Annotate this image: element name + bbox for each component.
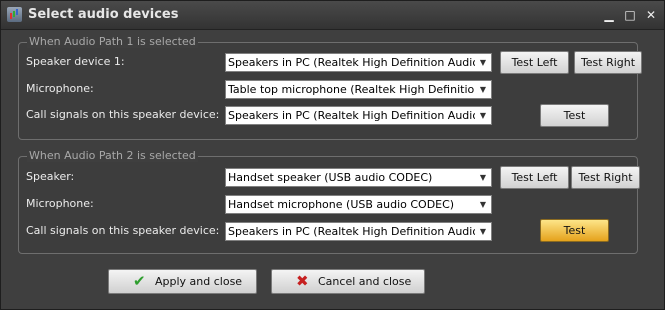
checkmark-icon: ✔	[133, 272, 146, 290]
dropdown-arrow-icon: ▼	[475, 54, 491, 71]
microphone-label: Microphone:	[26, 197, 94, 210]
path2-speaker-value: Handset speaker (USB audio CODEC)	[228, 171, 433, 184]
minimize-button[interactable]: ▁	[600, 6, 618, 24]
audio-path-2-group: When Audio Path 2 is selected Speaker: H…	[18, 149, 640, 254]
dropdown-arrow-icon: ▼	[475, 196, 491, 213]
path2-microphone-value: Handset microphone (USB audio CODEC)	[228, 198, 455, 211]
dropdown-arrow-icon: ▼	[475, 169, 491, 186]
path2-test-right-button[interactable]: Test Right	[571, 166, 640, 189]
call-signals-label: Call signals on this speaker device:	[26, 224, 220, 237]
microphone-label: Microphone:	[26, 82, 94, 95]
speaker-device-label: Speaker device 1:	[26, 55, 125, 68]
dropdown-arrow-icon: ▼	[475, 107, 491, 124]
path2-test-left-button[interactable]: Test Left	[500, 166, 569, 189]
close-button[interactable]: ✕	[642, 6, 660, 24]
path2-microphone-select[interactable]: Handset microphone (USB audio CODEC) ▼	[225, 195, 492, 214]
path1-call-signals-value: Speakers in PC (Realtek High Definition …	[228, 109, 484, 122]
select-audio-devices-dialog: Select audio devices ▁ □ ✕ When Audio Pa…	[0, 0, 665, 310]
apply-and-close-button[interactable]: ✔ Apply and close	[108, 269, 257, 294]
path2-test-button[interactable]: Test	[540, 219, 609, 242]
apply-and-close-label: Apply and close	[155, 275, 243, 288]
app-icon	[7, 7, 22, 22]
audio-path-1-legend: When Audio Path 1 is selected	[27, 35, 198, 48]
path1-test-button[interactable]: Test	[540, 104, 609, 127]
path1-speaker-select[interactable]: Speakers in PC (Realtek High Definition …	[225, 53, 492, 72]
path1-speaker-value: Speakers in PC (Realtek High Definition …	[228, 56, 484, 69]
window-title: Select audio devices	[28, 7, 179, 22]
path1-call-signals-select[interactable]: Speakers in PC (Realtek High Definition …	[225, 106, 492, 125]
path1-microphone-value: Table top microphone (Realtek High Defin…	[228, 83, 492, 96]
cancel-and-close-button[interactable]: ✖ Cancel and close	[271, 269, 425, 294]
dropdown-arrow-icon: ▼	[475, 81, 491, 98]
call-signals-label: Call signals on this speaker device:	[26, 108, 220, 121]
path2-call-signals-value: Speakers in PC (Realtek High Definition …	[228, 225, 484, 238]
path2-call-signals-select[interactable]: Speakers in PC (Realtek High Definition …	[225, 222, 492, 241]
audio-path-2-legend: When Audio Path 2 is selected	[27, 149, 198, 162]
maximize-button[interactable]: □	[621, 6, 639, 24]
dropdown-arrow-icon: ▼	[475, 223, 491, 240]
path1-test-left-button[interactable]: Test Left	[500, 51, 569, 74]
path1-microphone-select[interactable]: Table top microphone (Realtek High Defin…	[225, 80, 492, 99]
x-icon: ✖	[296, 272, 309, 290]
path2-speaker-select[interactable]: Handset speaker (USB audio CODEC) ▼	[225, 168, 492, 187]
title-bar[interactable]: Select audio devices ▁ □ ✕	[1, 1, 664, 30]
audio-path-1-group: When Audio Path 1 is selected Speaker de…	[18, 35, 642, 140]
speaker-label: Speaker:	[26, 170, 75, 183]
path1-test-right-button[interactable]: Test Right	[574, 51, 642, 74]
cancel-and-close-label: Cancel and close	[318, 275, 412, 288]
